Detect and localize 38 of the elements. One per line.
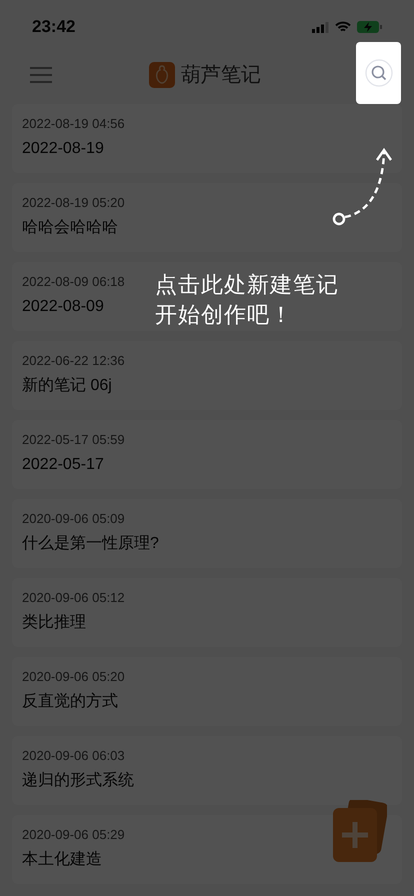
note-date: 2022-08-09 06:18 [22, 274, 125, 290]
note-title: 递归的形式系统 [22, 770, 134, 791]
battery-charging-icon [357, 21, 382, 33]
menu-icon[interactable] [30, 67, 52, 83]
add-note-button[interactable] [333, 800, 387, 862]
search-icon [364, 59, 392, 87]
note-date: 2020-09-06 05:20 [22, 669, 125, 685]
note-date: 2022-08-19 05:20 [22, 195, 125, 211]
note-title: 新的笔记 06j [22, 376, 112, 396]
gourd-logo-icon [149, 62, 175, 88]
note-card[interactable]: 2022-05-17 05:59 2022-05-17 [12, 420, 402, 489]
guide-text: 点击此处新建笔记 开始创作吧！ [155, 271, 339, 329]
note-date: 2020-09-06 05:12 [22, 590, 125, 606]
note-title: 本土化建造 [22, 850, 102, 870]
note-card[interactable]: 2022-06-22 12:36 新的笔记 06j [12, 341, 402, 410]
search-button[interactable] [356, 42, 401, 104]
note-title: 2022-08-09 [22, 297, 104, 317]
note-title: 2022-08-19 [22, 139, 104, 159]
note-title: 哈哈会哈哈哈 [22, 218, 118, 238]
note-date: 2022-05-17 05:59 [22, 432, 125, 448]
wifi-icon [335, 21, 351, 33]
note-date: 2022-06-22 12:36 [22, 353, 125, 369]
dashed-arrow-icon [331, 146, 393, 228]
note-card[interactable]: 2020-09-06 06:03 递归的形式系统 [12, 736, 402, 805]
signal-icon [312, 22, 329, 32]
note-date: 2020-09-06 05:09 [22, 511, 125, 527]
note-date: 2020-09-06 05:29 [22, 827, 125, 843]
note-title: 什么是第一性原理? [22, 534, 159, 554]
app-title: 葫芦笔记 [181, 63, 261, 88]
note-title: 反直觉的方式 [22, 692, 118, 712]
note-date: 2022-08-19 04:56 [22, 116, 125, 132]
note-card[interactable]: 2020-09-06 05:20 反直觉的方式 [12, 657, 402, 726]
note-date: 2020-09-06 06:03 [22, 748, 125, 764]
note-title: 类比推理 [22, 612, 86, 633]
note-title: 2022-05-17 [22, 455, 104, 475]
status-time: 23:42 [32, 16, 76, 38]
note-card[interactable]: 2020-09-06 05:12 类比推理 [12, 578, 402, 647]
note-card[interactable]: 2020-09-06 05:09 什么是第一性原理? [12, 499, 402, 568]
